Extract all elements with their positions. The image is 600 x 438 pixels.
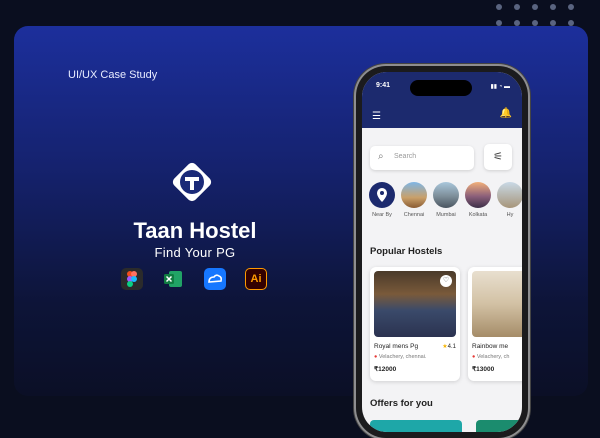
app-header: 9:41 ▮▮ ◔ ▬ ☰ 🔔 xyxy=(362,72,522,128)
offer-card[interactable] xyxy=(370,420,462,432)
city-mumbai[interactable]: Mumbai xyxy=(430,182,462,218)
city-image xyxy=(465,182,491,208)
case-study-label: UI/UX Case Study xyxy=(68,69,158,81)
signal-battery-icon: ▮▮ ◔ ▬ xyxy=(490,84,510,90)
city-image xyxy=(433,182,459,208)
city-label: Chennai xyxy=(403,212,425,218)
figma-icon xyxy=(121,268,143,290)
city-label: Near By xyxy=(372,212,392,218)
offers-heading: Offers for you xyxy=(370,398,433,409)
illustrator-icon: Ai xyxy=(245,268,267,290)
page-subtitle: Find Your PG xyxy=(154,245,236,260)
cloud-icon xyxy=(204,268,226,290)
phone-mockup: 9:41 ▮▮ ◔ ▬ ☰ 🔔 ⌕ Search ⚟ Near By Chenn… xyxy=(356,66,528,438)
hostel-name: Rainbow me xyxy=(472,343,509,350)
hostel-rating: ★4.1 xyxy=(442,344,456,350)
dynamic-island xyxy=(410,80,472,96)
city-label: Mumbai xyxy=(436,212,456,218)
hostel-location: ● Velachery, ch xyxy=(472,354,510,360)
taan-logo-icon xyxy=(168,158,216,206)
offer-card[interactable] xyxy=(476,420,522,432)
city-nearby[interactable]: Near By xyxy=(366,182,398,218)
location-pin-icon xyxy=(369,182,395,208)
city-image xyxy=(401,182,427,208)
popular-hostels-heading: Popular Hostels xyxy=(370,246,443,257)
hostel-card[interactable]: ♡ Royal mens Pg ★4.1 ● Velachery, chenna… xyxy=(370,267,460,381)
status-time: 9:41 xyxy=(376,82,391,89)
hostel-image xyxy=(472,271,522,337)
location-pin-icon: ● xyxy=(472,354,476,360)
excel-icon xyxy=(162,268,184,290)
city-label: Kolkata xyxy=(468,212,488,218)
app-screen: 9:41 ▮▮ ◔ ▬ ☰ 🔔 ⌕ Search ⚟ Near By Chenn… xyxy=(362,72,522,432)
hostel-price: ₹13000 xyxy=(472,366,495,373)
location-pin-icon: ● xyxy=(374,354,378,360)
city-image xyxy=(497,182,522,208)
hostel-name: Royal mens Pg xyxy=(374,343,419,350)
city-chennai[interactable]: Chennai xyxy=(398,182,430,218)
page-title: Taan Hostel xyxy=(133,218,257,243)
filter-icon[interactable]: ⚟ xyxy=(484,144,512,170)
search-input[interactable]: ⌕ Search xyxy=(370,146,474,170)
hostel-card[interactable]: Rainbow me ● Velachery, ch ₹13000 xyxy=(468,267,522,381)
city-kolkata[interactable]: Kolkata xyxy=(462,182,494,218)
hostel-price: ₹12000 xyxy=(374,366,397,373)
search-icon: ⌕ xyxy=(378,151,384,162)
bell-icon[interactable]: 🔔 xyxy=(500,108,512,119)
hostel-location: ● Velachery, chennai. xyxy=(374,354,427,360)
city-partial[interactable]: Hy xyxy=(494,182,522,218)
hamburger-menu-icon[interactable]: ☰ xyxy=(372,111,381,122)
search-placeholder: Search xyxy=(394,153,417,160)
city-label: Hy xyxy=(506,212,514,218)
heart-icon[interactable]: ♡ xyxy=(440,275,452,287)
